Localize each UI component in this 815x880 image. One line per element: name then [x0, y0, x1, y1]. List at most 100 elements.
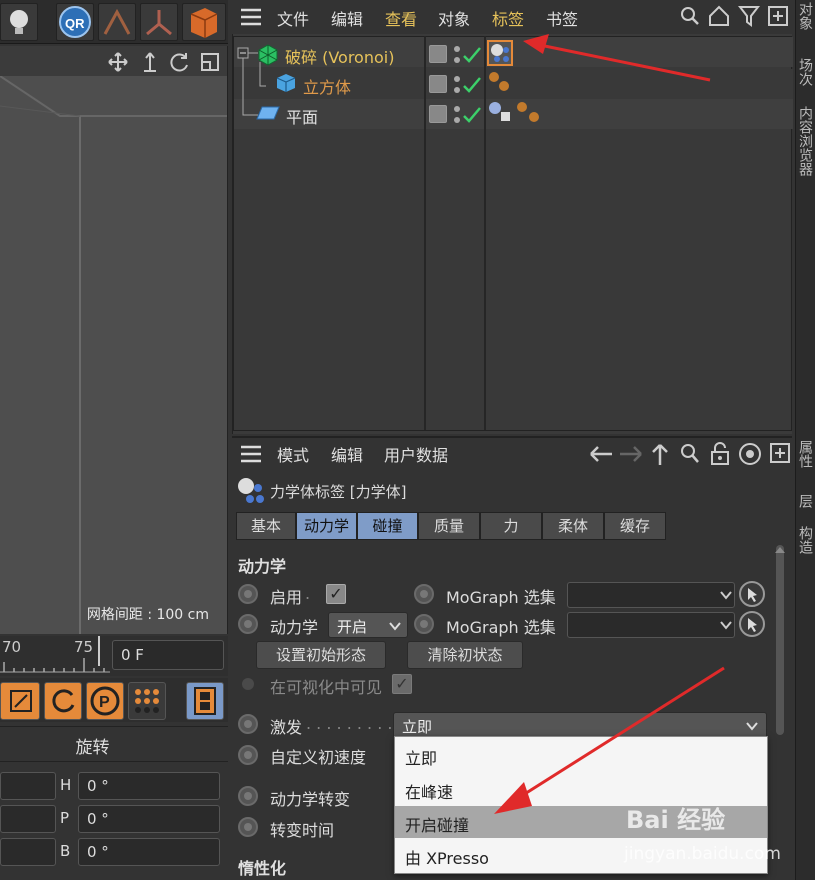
label-dots: . — [305, 584, 311, 603]
menu-user-data[interactable]: 用户数据 — [384, 442, 448, 466]
qr-button[interactable]: QR — [56, 3, 94, 41]
zoom-view-icon[interactable] — [140, 52, 160, 72]
mograph-selection-field-2[interactable] — [567, 612, 735, 638]
pick-selection-button-1[interactable] — [739, 581, 765, 607]
menu-tags[interactable]: 标签 — [492, 6, 524, 30]
rotation-p-field[interactable]: 0 ° — [78, 805, 220, 833]
tab-dynamics[interactable]: 动力学 — [296, 512, 357, 540]
object-name-plane[interactable]: 平面 — [286, 104, 318, 128]
enable-checkbox[interactable]: ✓ — [326, 584, 346, 604]
tab-mass[interactable]: 质量 — [418, 512, 480, 540]
grid-dots-button[interactable] — [128, 682, 166, 720]
animate-radio[interactable] — [414, 584, 434, 604]
film-strip-icon — [194, 687, 216, 715]
lock-icon[interactable] — [710, 442, 730, 466]
menu-edit-attr[interactable]: 编辑 — [331, 442, 363, 466]
menu-view[interactable]: 查看 — [385, 6, 417, 30]
object-name-cube[interactable]: 立方体 — [303, 74, 351, 98]
maximize-view-icon[interactable] — [200, 52, 220, 72]
hamburger-menu-icon[interactable] — [240, 445, 262, 463]
animate-radio[interactable] — [238, 745, 258, 765]
deformer-icon — [103, 8, 131, 35]
set-initial-state-button[interactable]: 设置初始形态 — [256, 641, 386, 669]
tab-basic[interactable]: 基本 — [236, 512, 296, 540]
tab-soft-body[interactable]: 柔体 — [542, 512, 604, 540]
rotate-view-icon[interactable] — [170, 52, 190, 72]
phong-tag-icon[interactable] — [487, 100, 513, 124]
current-frame-field[interactable]: 0 F — [112, 640, 224, 670]
animate-radio[interactable] — [414, 614, 434, 634]
object-name-voronoi[interactable]: 破碎 (Voronoi) — [285, 44, 394, 68]
rigid-body-tag-selected[interactable] — [487, 40, 513, 66]
menu-bookmarks[interactable]: 书签 — [546, 6, 578, 30]
layer-toggle[interactable] — [429, 45, 447, 63]
light-bulb-button[interactable] — [0, 3, 38, 41]
home-icon[interactable] — [708, 5, 730, 27]
menu-file[interactable]: 文件 — [277, 6, 309, 30]
autokey-button[interactable] — [44, 682, 82, 720]
search-icon[interactable] — [680, 6, 700, 26]
pointer-arrow-icon — [748, 618, 757, 632]
deform-button[interactable] — [98, 3, 136, 41]
menu-mode[interactable]: 模式 — [277, 442, 309, 466]
pick-selection-button-2[interactable] — [739, 611, 765, 637]
visibility-check-icon[interactable] — [452, 44, 482, 66]
dynamics-mode-dropdown[interactable]: 开启 — [328, 612, 408, 638]
side-tab-structure[interactable]: 构造 — [797, 526, 813, 554]
attribute-title: 力学体标签 [力学体] — [270, 483, 407, 501]
menu-edit[interactable]: 编辑 — [331, 6, 363, 30]
dynamics-mode-value: 开启 — [337, 618, 368, 636]
forward-arrow-icon[interactable] — [618, 444, 644, 464]
attribute-scrollbar[interactable] — [776, 545, 784, 735]
target-icon[interactable] — [738, 442, 762, 466]
plane-icon — [256, 106, 280, 120]
keyframe-button[interactable] — [0, 682, 40, 720]
animate-radio[interactable] — [238, 786, 258, 806]
side-tab-objects[interactable]: 对象 — [797, 2, 813, 30]
back-arrow-icon[interactable] — [588, 444, 614, 464]
side-tab-takes[interactable]: 场次 — [797, 58, 813, 86]
side-tab-layers[interactable]: 层 — [797, 494, 813, 508]
new-window-icon[interactable] — [770, 443, 790, 463]
baidu-watermark-url: jingyan.baidu.com — [624, 844, 781, 864]
render-button[interactable] — [182, 3, 226, 41]
rotation-h-field[interactable]: 0 ° — [78, 772, 220, 800]
coord-left-field-3[interactable] — [0, 838, 56, 866]
new-window-icon[interactable] — [768, 6, 788, 26]
visibility-check-icon[interactable] — [452, 104, 482, 126]
joint-icon — [146, 10, 172, 36]
visible-in-render-label: 在可视化中可见 — [270, 678, 383, 697]
side-tab-content-browser[interactable]: 内容浏览器 — [797, 106, 813, 176]
enable-label: 启用 — [270, 588, 303, 607]
scroll-up-icon[interactable] — [774, 545, 786, 555]
hamburger-menu-icon[interactable] — [240, 8, 262, 26]
film-button[interactable] — [186, 682, 224, 720]
tab-collision[interactable]: 碰撞 — [357, 512, 418, 540]
visibility-check-icon[interactable] — [452, 74, 482, 96]
animate-radio[interactable] — [238, 714, 258, 734]
joint-button[interactable] — [140, 3, 178, 41]
point-level-button[interactable]: P — [86, 682, 124, 720]
coord-left-field-2[interactable] — [0, 805, 56, 833]
mograph-selection-field-1[interactable] — [567, 582, 735, 608]
animate-radio[interactable] — [238, 584, 258, 604]
collider-tag-icon[interactable] — [487, 70, 513, 94]
tab-cache[interactable]: 缓存 — [604, 512, 666, 540]
move-view-icon[interactable] — [108, 52, 128, 72]
viewport[interactable]: 网格间距 : 100 cm — [0, 46, 228, 634]
layer-toggle[interactable] — [429, 75, 447, 93]
side-tab-attributes[interactable]: 属性 — [797, 440, 813, 468]
layer-toggle[interactable] — [429, 105, 447, 123]
tab-force[interactable]: 力 — [480, 512, 542, 540]
up-arrow-icon[interactable] — [650, 442, 670, 466]
rotation-b-field[interactable]: 0 ° — [78, 838, 220, 866]
filter-icon[interactable] — [738, 5, 760, 27]
attribute-tabs: 基本 动力学 碰撞 质量 力 柔体 缓存 — [236, 512, 666, 540]
animate-radio[interactable] — [238, 817, 258, 837]
animate-radio[interactable] — [238, 614, 258, 634]
collider-tag-icon[interactable] — [514, 100, 544, 126]
coord-left-field-1[interactable] — [0, 772, 56, 800]
chevron-down-icon — [720, 621, 732, 630]
search-icon[interactable] — [680, 443, 700, 465]
menu-objects[interactable]: 对象 — [438, 6, 470, 30]
